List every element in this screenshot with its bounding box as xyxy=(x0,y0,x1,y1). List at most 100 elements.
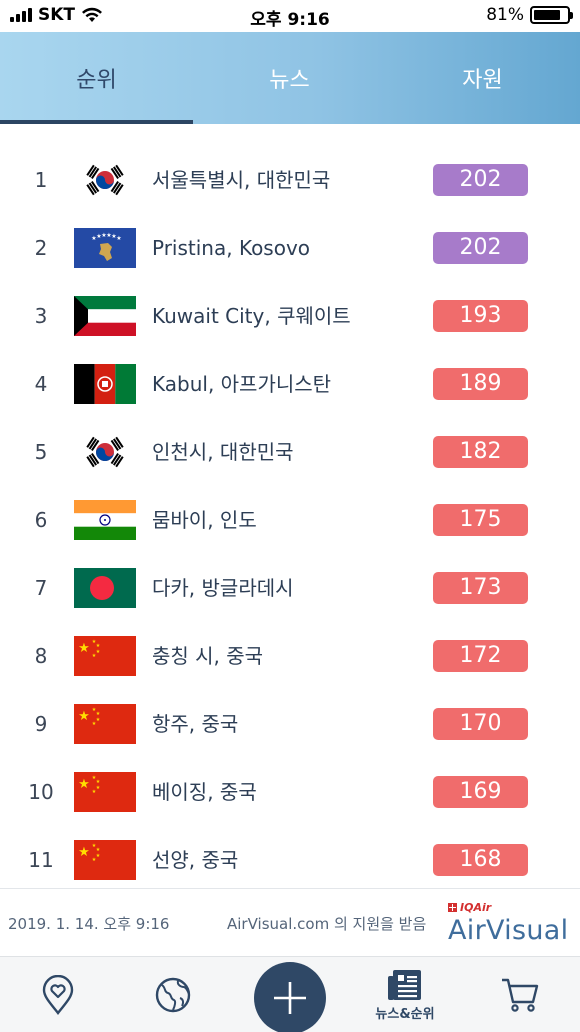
cart-icon xyxy=(502,978,539,1012)
city-name: 서울특별시, 대한민국 xyxy=(152,168,331,192)
aqi-badge: 202 xyxy=(433,164,528,196)
china-flag-icon: ★ ★ ★ ★ ★ xyxy=(74,636,136,676)
ranking-row[interactable]: 1 서울특별시, 대한민국 202 xyxy=(0,146,580,214)
nav-map[interactable] xyxy=(137,957,209,1032)
add-location-button[interactable] xyxy=(254,962,326,1032)
china-flag-icon: ★ ★ ★ ★ ★ xyxy=(74,840,136,880)
rank-number: 6 xyxy=(34,508,48,532)
status-bar: SKT 오후 9:16 81% xyxy=(0,0,580,32)
update-timestamp: 2019. 1. 14. 오후 9:16 xyxy=(8,915,170,933)
aqi-badge: 175 xyxy=(433,504,528,536)
svg-text:★: ★ xyxy=(78,845,90,860)
svg-text:★: ★ xyxy=(92,653,97,659)
battery-fill xyxy=(534,10,560,20)
aqi-badge: 182 xyxy=(433,436,528,468)
ranking-row[interactable]: 8 ★ ★ ★ ★ ★ 충칭 시, 중국 172 xyxy=(0,622,580,690)
swiss-cross-icon xyxy=(448,903,457,912)
aqi-badge: 189 xyxy=(433,368,528,400)
aqi-badge: 173 xyxy=(433,572,528,604)
svg-text:★: ★ xyxy=(116,235,121,242)
battery-percent: 81% xyxy=(486,5,524,25)
ranking-row[interactable]: 7 다카, 방글라데시 173 xyxy=(0,554,580,622)
battery-icon xyxy=(530,6,573,24)
india-flag-icon xyxy=(74,500,136,540)
ranking-row[interactable]: 5 인천시, 대한민국 182 xyxy=(0,418,580,486)
china-flag-icon: ★ ★ ★ ★ ★ xyxy=(74,772,136,812)
ranking-row[interactable]: 9 ★ ★ ★ ★ ★ 항주, 중국 170 xyxy=(0,690,580,758)
tab-bar: 순위 뉴스 자원 xyxy=(0,32,580,124)
ranking-row[interactable]: 10 ★ ★ ★ ★ ★ 베이징, 중국 169 xyxy=(0,758,580,826)
rank-number: 9 xyxy=(34,712,48,736)
city-name: Kabul, 아프가니스탄 xyxy=(152,372,332,396)
rank-number: 3 xyxy=(34,304,48,328)
china-flag-icon: ★ ★ ★ ★ ★ xyxy=(74,704,136,744)
city-name: 뭄바이, 인도 xyxy=(152,508,257,532)
city-name: 선양, 중국 xyxy=(152,848,239,872)
aqi-badge: 172 xyxy=(433,640,528,672)
south-korea-flag-icon xyxy=(74,160,136,200)
globe-icon xyxy=(155,977,191,1013)
svg-text:★: ★ xyxy=(96,785,101,791)
rank-number: 11 xyxy=(28,848,54,872)
aqi-badge: 169 xyxy=(433,776,528,808)
svg-text:★: ★ xyxy=(78,709,90,724)
south-korea-flag-icon xyxy=(74,432,136,472)
tab-resources[interactable]: 자원 xyxy=(386,32,579,124)
app-screen: SKT 오후 9:16 81% 순위 뉴스 자원 1 서울특별시, 대한민국 2… xyxy=(0,0,580,1032)
iqair-logo: IQAir xyxy=(448,901,491,914)
aqi-badge: 202 xyxy=(433,232,528,264)
kosovo-flag-icon: ★ ★ ★ ★ ★ ★ xyxy=(74,228,136,268)
tab-ranking[interactable]: 순위 xyxy=(0,32,193,124)
rank-number: 1 xyxy=(34,168,48,192)
nav-favorites[interactable] xyxy=(22,957,94,1032)
ranking-row[interactable]: 3 Kuwait City, 쿠웨이트 193 xyxy=(0,282,580,350)
airvisual-wordmark: AirVisual xyxy=(448,915,569,946)
city-name: Pristina, Kosovo xyxy=(152,236,311,260)
afghanistan-flag-icon xyxy=(74,364,136,404)
rank-number: 4 xyxy=(34,372,48,396)
ranking-list: 1 서울특별시, 대한민국 202 2 ★ ★ ★ ★ ★ ★ Pristina, Ko… xyxy=(0,146,580,894)
nav-shop[interactable] xyxy=(484,957,556,1032)
aqi-badge: 168 xyxy=(433,844,528,876)
airvisual-logo[interactable]: IQAir AirVisual xyxy=(448,901,576,949)
ranking-row[interactable]: 2 ★ ★ ★ ★ ★ ★ Pristina, Kosovo 202 xyxy=(0,214,580,282)
rank-number: 10 xyxy=(28,780,54,804)
svg-text:★: ★ xyxy=(92,789,97,795)
svg-text:★: ★ xyxy=(92,721,97,727)
aqi-badge: 193 xyxy=(433,300,528,332)
svg-text:★: ★ xyxy=(78,777,90,792)
plus-icon xyxy=(274,982,306,1014)
ranking-row[interactable]: 6 뭄바이, 인도 175 xyxy=(0,486,580,554)
nav-news-ranking-label: 뉴스&순위 xyxy=(375,1006,435,1022)
location-heart-icon xyxy=(42,975,74,1015)
rank-number: 7 xyxy=(34,576,48,600)
rank-number: 2 xyxy=(34,236,48,260)
status-right: 81% xyxy=(486,5,573,25)
city-name: 인천시, 대한민국 xyxy=(152,440,294,464)
bangladesh-flag-icon xyxy=(74,568,136,608)
rank-number: 5 xyxy=(34,440,48,464)
bottom-nav: 뉴스&순위 xyxy=(0,956,580,1032)
city-name: 항주, 중국 xyxy=(152,712,239,736)
ranking-row[interactable]: 4 Kabul, 아프가니스탄 189 xyxy=(0,350,580,418)
rank-number: 8 xyxy=(34,644,48,668)
news-icon xyxy=(388,969,421,1000)
sponsor-text: AirVisual.com 의 지원을 받음 xyxy=(227,915,427,933)
tab-news[interactable]: 뉴스 xyxy=(193,32,386,124)
ranking-row[interactable]: 11 ★ ★ ★ ★ ★ 선양, 중국 168 xyxy=(0,826,580,894)
active-tab-indicator xyxy=(0,120,193,124)
svg-text:★: ★ xyxy=(96,853,101,859)
city-name: 충칭 시, 중국 xyxy=(152,644,264,668)
city-name: 다카, 방글라데시 xyxy=(152,576,294,600)
kuwait-flag-icon xyxy=(74,296,136,336)
svg-text:★: ★ xyxy=(78,641,90,656)
city-name: Kuwait City, 쿠웨이트 xyxy=(152,304,351,328)
iqair-text: IQAir xyxy=(460,901,492,914)
svg-text:★: ★ xyxy=(92,857,97,863)
city-name: 베이징, 중국 xyxy=(152,780,257,804)
svg-text:★: ★ xyxy=(96,649,101,655)
svg-text:★: ★ xyxy=(96,717,101,723)
data-source-footer: 2019. 1. 14. 오후 9:16 AirVisual.com 의 지원을… xyxy=(0,888,580,956)
nav-news-ranking[interactable]: 뉴스&순위 xyxy=(365,957,445,1032)
aqi-badge: 170 xyxy=(433,708,528,740)
